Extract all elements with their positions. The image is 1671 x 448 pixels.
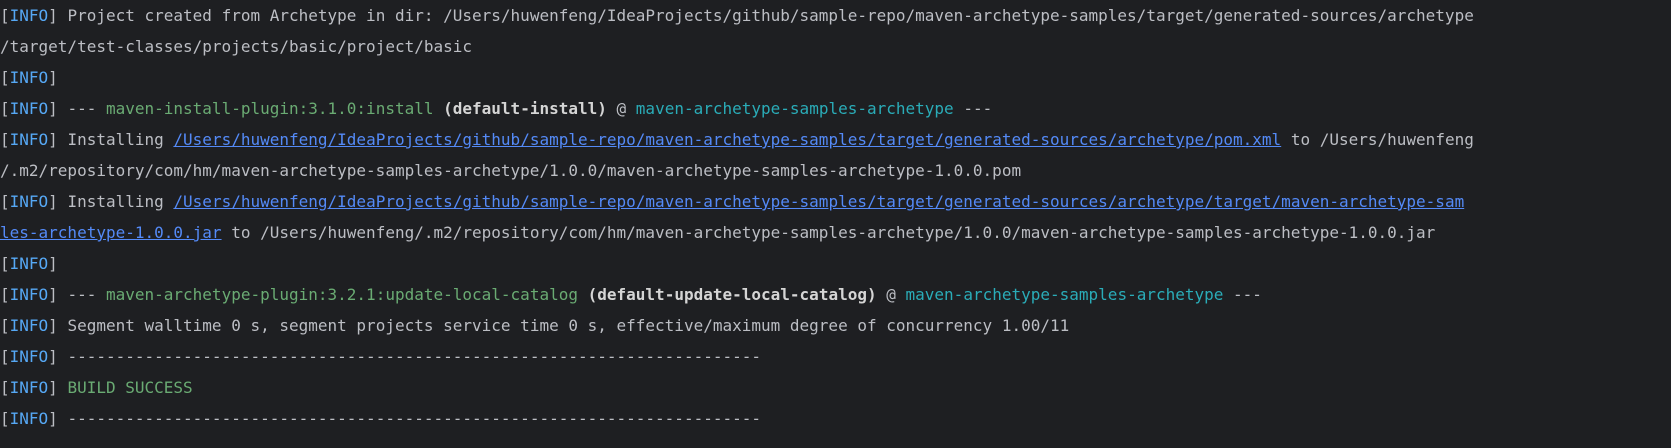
- log-line: [INFO] ---------------------------------…: [0, 403, 1671, 434]
- bracket-close: ]: [48, 254, 68, 273]
- bracket-close: ]: [48, 6, 68, 25]
- bracket-close: ]: [48, 409, 68, 428]
- execution-id: (default-install): [443, 99, 607, 118]
- log-level: INFO: [9, 378, 49, 397]
- log-text: Segment walltime 0 s, segment projects s…: [67, 316, 1070, 335]
- log-text: Project created from Archetype in dir: /…: [67, 6, 1474, 25]
- bracket-close: ]: [48, 316, 68, 335]
- console-output[interactable]: [INFO] Project created from Archetype in…: [0, 0, 1671, 448]
- log-line: [INFO]: [0, 62, 1671, 93]
- log-line: les-archetype-1.0.0.jar to /Users/huwenf…: [0, 217, 1671, 248]
- log-text: to /Users/huwenfeng: [1281, 130, 1474, 149]
- bracket-open: [: [0, 99, 10, 118]
- bracket-open: [: [0, 68, 10, 87]
- separator-suffix: ---: [1223, 285, 1262, 304]
- log-line: [INFO]: [0, 248, 1671, 279]
- at-sign: @: [876, 285, 906, 304]
- file-link[interactable]: /Users/huwenfeng/IdeaProjects/github/sam…: [173, 192, 1464, 211]
- log-level: INFO: [9, 316, 49, 335]
- bracket-close: ]: [48, 99, 68, 118]
- plugin-goal: maven-archetype-plugin:3.2.1:update-loca…: [105, 285, 578, 304]
- log-line: /.m2/repository/com/hm/maven-archetype-s…: [0, 155, 1671, 186]
- installing-label: Installing: [67, 130, 174, 149]
- artifact-id: maven-archetype-samples-archetype: [905, 285, 1224, 304]
- bracket-open: [: [0, 347, 10, 366]
- bracket-open: [: [0, 6, 10, 25]
- bracket-open: [: [0, 285, 10, 304]
- separator-suffix: ---: [953, 99, 993, 118]
- bracket-open: [: [0, 378, 10, 397]
- bracket-open: [: [0, 409, 10, 428]
- execution-id: (default-update-local-catalog): [587, 285, 877, 304]
- log-line: [INFO] Installing /Users/huwenfeng/IdeaP…: [0, 124, 1671, 155]
- log-line: [INFO] --- maven-install-plugin:3.1.0:in…: [0, 93, 1671, 124]
- log-line: [INFO] ---------------------------------…: [0, 341, 1671, 372]
- bracket-open: [: [0, 254, 10, 273]
- artifact-id: maven-archetype-samples-archetype: [635, 99, 954, 118]
- log-level: INFO: [9, 6, 49, 25]
- log-level: INFO: [9, 254, 49, 273]
- bracket-close: ]: [48, 130, 68, 149]
- log-text: /.m2/repository/com/hm/maven-archetype-s…: [0, 161, 1022, 180]
- log-text: to /Users/huwenfeng/.m2/repository/com/h…: [221, 223, 1436, 242]
- bracket-close: ]: [48, 192, 68, 211]
- log-level: INFO: [9, 68, 49, 87]
- separator-prefix: ---: [67, 285, 106, 304]
- log-level: INFO: [9, 192, 49, 211]
- log-line: [INFO] Installing /Users/huwenfeng/IdeaP…: [0, 186, 1671, 217]
- log-text: ----------------------------------------…: [67, 409, 761, 428]
- file-link[interactable]: les-archetype-1.0.0.jar: [0, 223, 222, 242]
- log-level: INFO: [9, 347, 49, 366]
- bracket-close: ]: [48, 347, 68, 366]
- log-level: INFO: [9, 99, 49, 118]
- log-line: [INFO] Segment walltime 0 s, segment pro…: [0, 310, 1671, 341]
- build-success-text: BUILD SUCCESS: [67, 378, 193, 397]
- bracket-close: ]: [48, 68, 68, 87]
- log-level: INFO: [9, 130, 49, 149]
- bracket-open: [: [0, 316, 10, 335]
- bracket-close: ]: [48, 378, 68, 397]
- log-line: /target/test-classes/projects/basic/proj…: [0, 31, 1671, 62]
- separator-prefix: ---: [67, 99, 106, 118]
- bracket-open: [: [0, 192, 10, 211]
- log-text: /target/test-classes/projects/basic/proj…: [0, 37, 473, 56]
- log-line: [INFO] BUILD SUCCESS: [0, 372, 1671, 403]
- plugin-goal: maven-install-plugin:3.1.0:install: [105, 99, 434, 118]
- bracket-close: ]: [48, 285, 68, 304]
- at-sign: @: [606, 99, 636, 118]
- log-line: [INFO] --- maven-archetype-plugin:3.2.1:…: [0, 279, 1671, 310]
- log-level: INFO: [9, 409, 49, 428]
- log-text: ----------------------------------------…: [67, 347, 761, 366]
- bracket-open: [: [0, 130, 10, 149]
- installing-label: Installing: [67, 192, 174, 211]
- log-level: INFO: [9, 285, 49, 304]
- log-line: [INFO] Project created from Archetype in…: [0, 0, 1671, 31]
- file-link[interactable]: /Users/huwenfeng/IdeaProjects/github/sam…: [173, 130, 1281, 149]
